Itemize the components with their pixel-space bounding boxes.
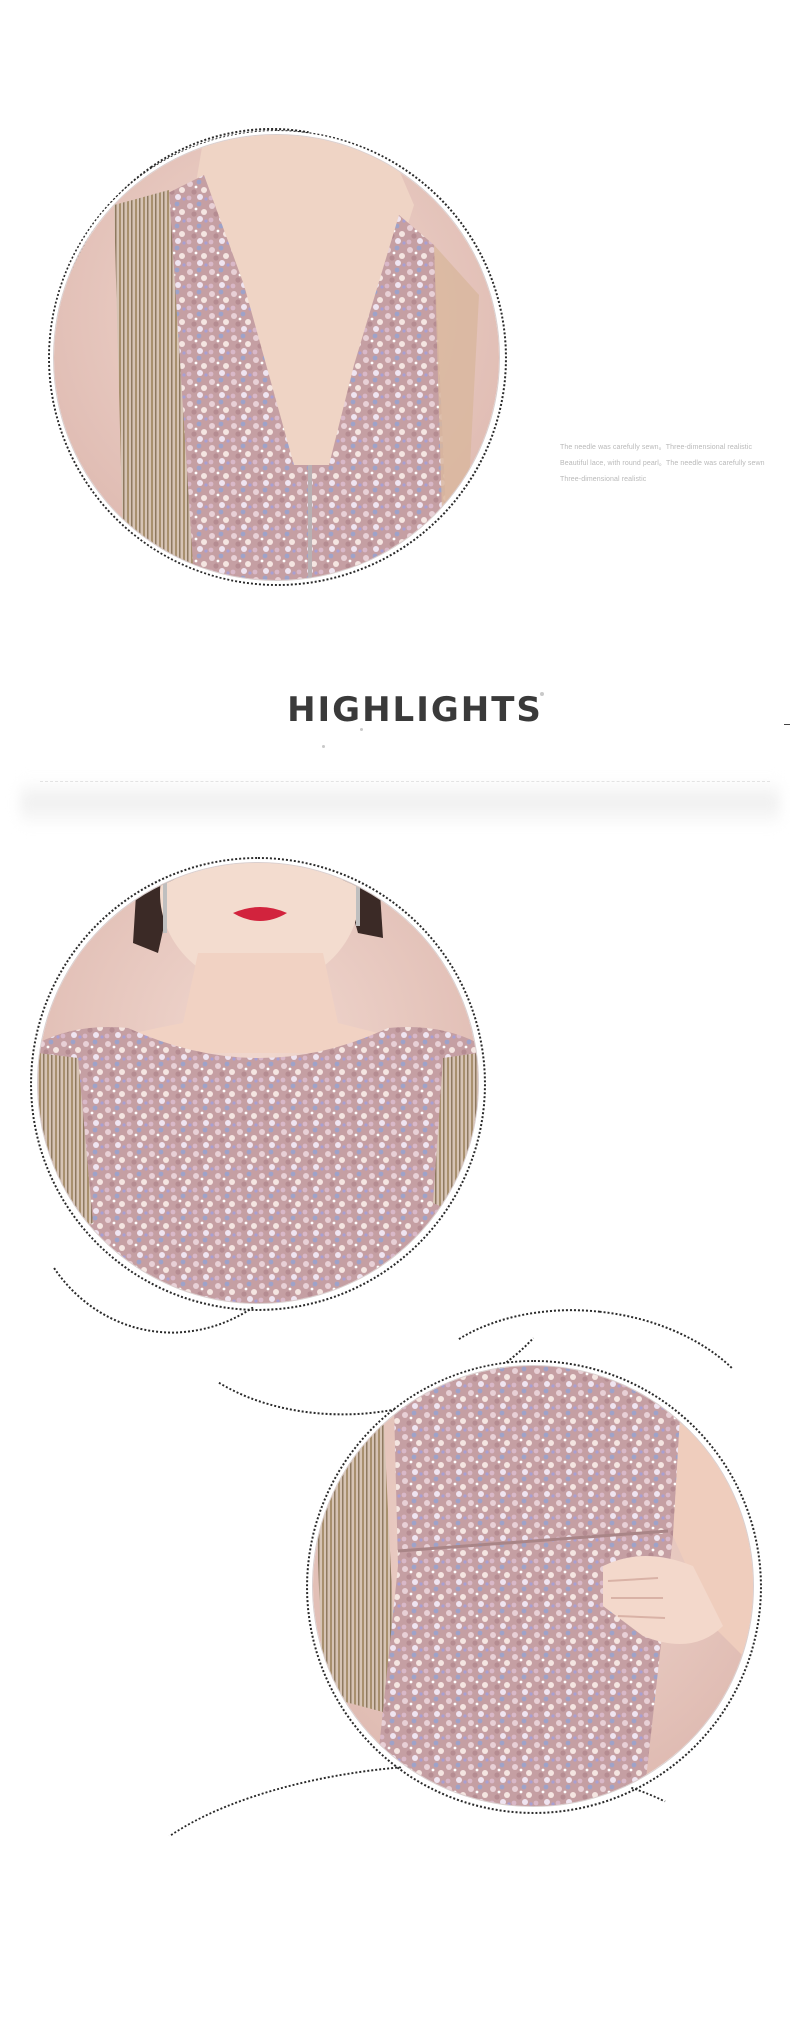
heading-glow-decoration bbox=[20, 778, 780, 826]
description-line: The needle was carefully sewn。Three-dime… bbox=[560, 444, 753, 451]
dress-front-neckline-image bbox=[37, 862, 479, 1304]
dress-waist-detail-image bbox=[312, 1365, 754, 1807]
sparkle-decoration bbox=[322, 745, 325, 748]
dress-back-view-image bbox=[53, 134, 500, 581]
highlights-heading: HIGHLIGHTS bbox=[287, 690, 543, 730]
description-line: Three-dimensional realistic bbox=[560, 476, 647, 483]
product-description-text: The needle was carefully sewn。Three-dime… bbox=[560, 440, 770, 488]
description-line: Beautiful lace, with round pearl。The nee… bbox=[560, 460, 765, 467]
heading-divider bbox=[40, 781, 770, 782]
decorative-dotted-arc bbox=[112, 1744, 732, 2030]
